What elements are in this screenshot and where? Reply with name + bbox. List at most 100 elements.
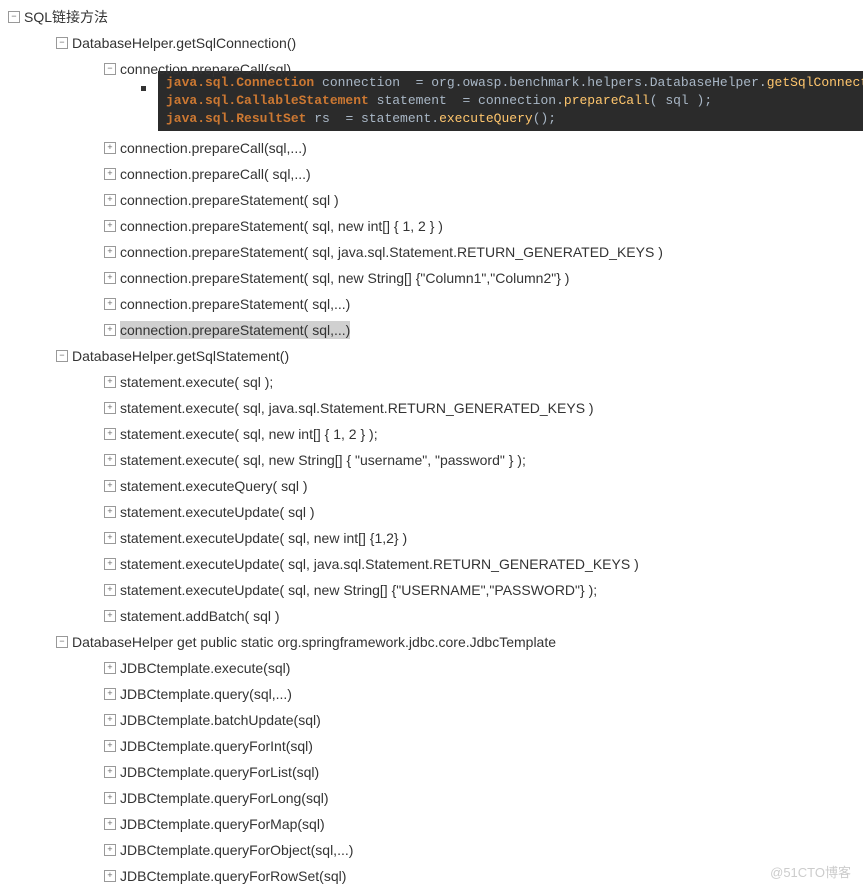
tree-node-section1[interactable]: − DatabaseHelper.getSqlConnection()	[8, 30, 859, 56]
tree-node-item[interactable]: + JDBCtemplate.queryForRowSet(sql)	[8, 863, 859, 889]
tree-label: JDBCtemplate.execute(sql)	[120, 659, 290, 677]
expand-icon[interactable]: +	[104, 142, 116, 154]
code-token: java.sql.CallableStatement	[166, 93, 369, 108]
code-token: statement = connection.	[369, 93, 564, 108]
tree-label: DatabaseHelper get public static org.spr…	[72, 633, 556, 651]
expand-icon[interactable]: +	[104, 610, 116, 622]
expand-icon[interactable]: +	[104, 662, 116, 674]
expand-icon[interactable]: +	[104, 272, 116, 284]
expand-icon[interactable]: +	[104, 818, 116, 830]
tree-node-item[interactable]: + statement.execute( sql );	[8, 369, 859, 395]
tree-node-item[interactable]: + connection.prepareStatement( sql, new i…	[8, 213, 859, 239]
expand-icon[interactable]: +	[104, 246, 116, 258]
expand-icon[interactable]: +	[104, 480, 116, 492]
tree-label: statement.execute( sql, new int[] { 1, 2…	[120, 425, 378, 443]
tree-label: connection.prepareCall( sql,...)	[120, 165, 311, 183]
tree-label: connection.prepareStatement( sql, new in…	[120, 217, 443, 235]
expand-icon[interactable]: +	[104, 870, 116, 882]
code-block: java.sql.Connection connection = org.owa…	[158, 71, 863, 131]
tree-label: JDBCtemplate.queryForList(sql)	[120, 763, 319, 781]
watermark: @51CTO博客	[770, 862, 851, 881]
code-token: rs = statement.	[306, 111, 439, 126]
tree-label: JDBCtemplate.queryForRowSet(sql)	[120, 867, 346, 885]
tree-label: connection.prepareStatement( sql )	[120, 191, 339, 209]
expand-icon[interactable]: +	[104, 428, 116, 440]
expand-icon[interactable]: +	[104, 194, 116, 206]
tree-node-item[interactable]: + connection.prepareCall( sql,...)	[8, 161, 859, 187]
tree-node-item[interactable]: + JDBCtemplate.queryForMap(sql)	[8, 811, 859, 837]
tree-node-item[interactable]: +connection.prepareCall(sql,...)	[8, 135, 859, 161]
tree-label: DatabaseHelper.getSqlStatement()	[72, 347, 289, 365]
collapse-icon[interactable]: −	[56, 350, 68, 362]
expand-icon[interactable]: +	[104, 558, 116, 570]
tree-label: JDBCtemplate.queryForMap(sql)	[120, 815, 325, 833]
expand-icon[interactable]: +	[104, 688, 116, 700]
tree-node-item[interactable]: + statement.executeUpdate( sql, new Strin…	[8, 577, 859, 603]
tree-node-item[interactable]: + statement.executeQuery( sql )	[8, 473, 859, 499]
expand-icon[interactable]: +	[104, 532, 116, 544]
tree-node-item[interactable]: + connection.prepareStatement( sql, new S…	[8, 265, 859, 291]
tree-node-item[interactable]: + statement.executeUpdate( sql, java.sql.…	[8, 551, 859, 577]
tree-label: JDBCtemplate.queryForLong(sql)	[120, 789, 329, 807]
tree-label: SQL链接方法	[24, 8, 108, 26]
collapse-icon[interactable]: −	[56, 37, 68, 49]
tree-node-item[interactable]: + JDBCtemplate.batchUpdate(sql)	[8, 707, 859, 733]
code-token: prepareCall	[564, 93, 650, 108]
tree-node-section3[interactable]: − DatabaseHelper get public static org.s…	[8, 629, 859, 655]
expand-icon[interactable]: +	[104, 792, 116, 804]
tree-label: statement.executeUpdate( sql, new int[] …	[120, 529, 407, 547]
tree-node-item[interactable]: + statement.execute( sql, new int[] { 1, …	[8, 421, 859, 447]
tree-node-item[interactable]: + JDBCtemplate.query(sql,...)	[8, 681, 859, 707]
tree-node-item[interactable]: + statement.execute( sql, java.sql.Statem…	[8, 395, 859, 421]
tree-node-section2[interactable]: − DatabaseHelper.getSqlStatement()	[8, 343, 859, 369]
tree-node-item[interactable]: + JDBCtemplate.queryForInt(sql)	[8, 733, 859, 759]
tree-label: statement.executeUpdate( sql, java.sql.S…	[120, 555, 639, 573]
expand-icon[interactable]: +	[104, 844, 116, 856]
code-token: connection = org.owasp.benchmark.helpers…	[314, 75, 766, 90]
expand-icon[interactable]: +	[104, 766, 116, 778]
code-token: java.sql.Connection	[166, 75, 314, 90]
expand-icon[interactable]: +	[104, 740, 116, 752]
tree-label: DatabaseHelper.getSqlConnection()	[72, 34, 296, 52]
tree-node-item[interactable]: + connection.prepareStatement( sql,...)	[8, 317, 859, 343]
tree-label: JDBCtemplate.batchUpdate(sql)	[120, 711, 321, 729]
expand-icon[interactable]: +	[104, 454, 116, 466]
tree-node-item[interactable]: + JDBCtemplate.queryForLong(sql)	[8, 785, 859, 811]
tree-label: connection.prepareStatement( sql, new St…	[120, 269, 569, 287]
tree-node-item[interactable]: + JDBCtemplate.execute(sql)	[8, 655, 859, 681]
tree-node-item[interactable]: + connection.prepareStatement( sql )	[8, 187, 859, 213]
tree-label: statement.execute( sql, java.sql.Stateme…	[120, 399, 594, 417]
tree-node-item[interactable]: + statement.execute( sql, new String[] { …	[8, 447, 859, 473]
tree-node-item[interactable]: + statement.executeUpdate( sql, new int[]…	[8, 525, 859, 551]
tree-node-item[interactable]: + JDBCtemplate.queryForList(sql)	[8, 759, 859, 785]
expand-icon[interactable]: +	[104, 402, 116, 414]
tree-label: JDBCtemplate.queryForInt(sql)	[120, 737, 313, 755]
expand-icon[interactable]: +	[104, 506, 116, 518]
tree-node-item[interactable]: + JDBCtemplate.queryForObject(sql,...)	[8, 837, 859, 863]
expand-icon[interactable]: +	[104, 220, 116, 232]
collapse-icon[interactable]: −	[56, 636, 68, 648]
tree-label: statement.execute( sql, new String[] { "…	[120, 451, 526, 469]
bullet-icon	[141, 86, 146, 91]
tree-node-item[interactable]: +connection.prepareStatement( sql,...)	[8, 291, 859, 317]
tree-node-root[interactable]: − SQL链接方法	[8, 4, 859, 30]
tree-label: JDBCtemplate.queryForObject(sql,...)	[120, 841, 353, 859]
tree-label: statement.addBatch( sql )	[120, 607, 280, 625]
collapse-icon[interactable]: −	[8, 11, 20, 23]
collapse-icon[interactable]: −	[104, 63, 116, 75]
tree-node-item[interactable]: + statement.addBatch( sql )	[8, 603, 859, 629]
expand-icon[interactable]: +	[104, 324, 116, 336]
tree-label: JDBCtemplate.query(sql,...)	[120, 685, 292, 703]
tree-node-item[interactable]: +statement.executeUpdate( sql )	[8, 499, 859, 525]
tree-label: statement.executeUpdate( sql, new String…	[120, 581, 597, 599]
tree-label: statement.execute( sql );	[120, 373, 273, 391]
tree-label: statement.executeQuery( sql )	[120, 477, 308, 495]
tree-node-item[interactable]: + connection.prepareStatement( sql, java.…	[8, 239, 859, 265]
expand-icon[interactable]: +	[104, 298, 116, 310]
tree-label: connection.prepareStatement( sql, java.s…	[120, 243, 663, 261]
expand-icon[interactable]: +	[104, 376, 116, 388]
expand-icon[interactable]: +	[104, 584, 116, 596]
expand-icon[interactable]: +	[104, 714, 116, 726]
tree-label: connection.prepareStatement( sql,...)	[120, 321, 350, 339]
expand-icon[interactable]: +	[104, 168, 116, 180]
